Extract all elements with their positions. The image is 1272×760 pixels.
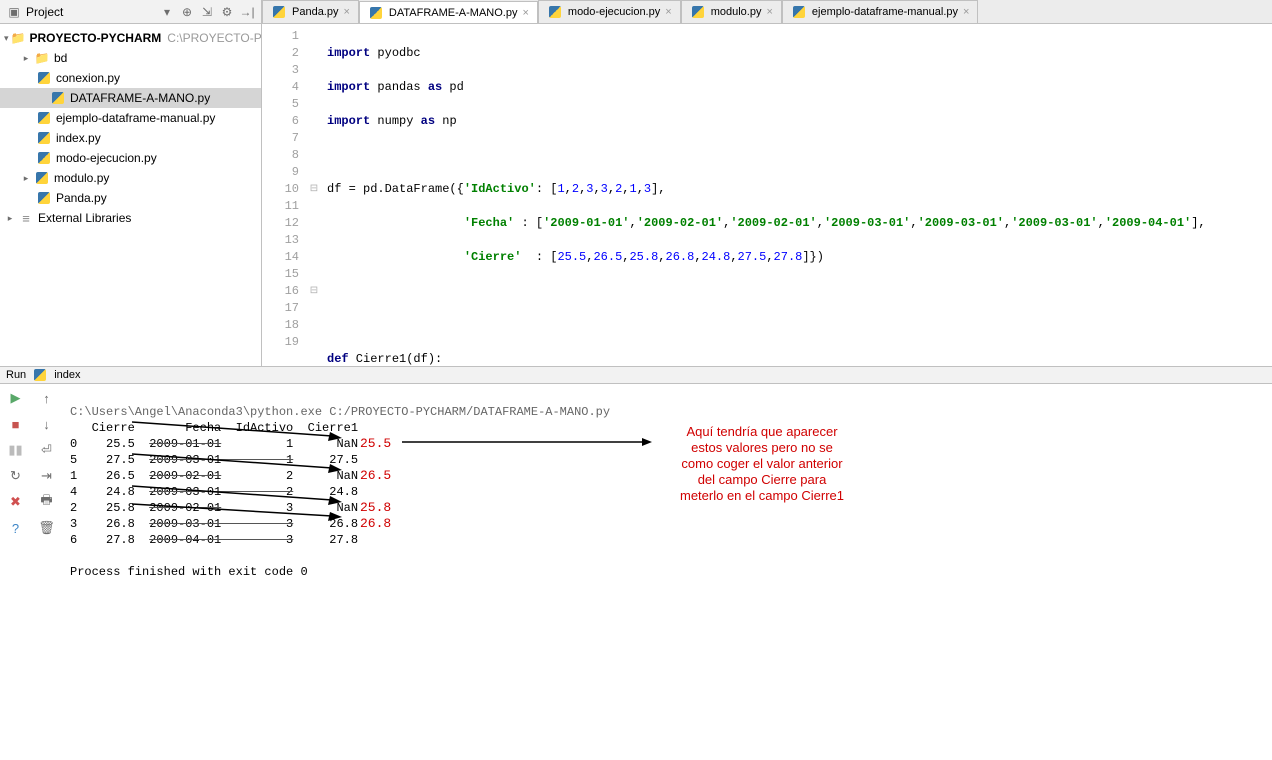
console-panel: Run index ▶ ■ ▮▮ ↻ ✖ ? ↑ ↓ ⏎ ⇥ 🖶 🗑 C:\Us…	[0, 366, 1272, 584]
run-label: Run	[6, 369, 26, 381]
run-config-name: index	[54, 369, 80, 381]
hide-icon[interactable]: →|	[239, 4, 255, 20]
root-path: C:\PROYECTO-PY	[163, 31, 261, 45]
project-header: ▣ Project ▾ ⊕ ⇲ ⚙ →|	[0, 0, 261, 24]
python-file-icon	[368, 5, 384, 21]
tree-external-libraries[interactable]: ▸ External Libraries	[0, 208, 261, 228]
python-file-icon	[36, 130, 52, 146]
python-file-icon	[34, 170, 50, 186]
close-run-button[interactable]: ✖	[6, 492, 26, 512]
project-icon: ▣	[6, 4, 22, 20]
tree-item-selected[interactable]: ▸ DATAFRAME-A-MANO.py	[0, 88, 261, 108]
pause-button[interactable]: ▮▮	[6, 440, 26, 460]
help-button[interactable]: ?	[6, 518, 26, 538]
output-row: 3 26.8 2009-03-01 3 26.8	[70, 517, 358, 531]
annotation-value: 25.8	[360, 500, 391, 516]
python-file-icon	[791, 4, 807, 20]
annotation-value: 26.5	[360, 468, 391, 484]
tab-dataframe[interactable]: DATAFRAME-A-MANO.py×	[359, 1, 538, 24]
close-icon[interactable]: ×	[522, 7, 528, 19]
chevron-down-icon[interactable]: ▾	[4, 33, 9, 44]
python-file-icon	[690, 4, 706, 20]
python-file-icon	[271, 4, 287, 20]
python-file-icon	[50, 90, 66, 106]
tree-item[interactable]: index.py	[0, 128, 261, 148]
chevron-right-icon[interactable]: ▸	[20, 53, 32, 64]
tab-panda[interactable]: Panda.py×	[262, 0, 359, 23]
scope-icon[interactable]: ⊕	[179, 4, 195, 20]
scroll-button[interactable]: ⇥	[37, 466, 57, 486]
restart-button[interactable]: ↻	[6, 466, 26, 486]
python-file-icon	[36, 70, 52, 86]
code-content[interactable]: import pyodbc import pandas as pd import…	[321, 24, 1272, 366]
collapse-icon[interactable]: ⇲	[199, 4, 215, 20]
annotation-value: 26.8	[360, 516, 391, 532]
editor-tabs: Panda.py× DATAFRAME-A-MANO.py× modo-ejec…	[262, 0, 1272, 24]
gear-icon[interactable]: ⚙	[219, 4, 235, 20]
close-icon[interactable]: ×	[343, 6, 349, 18]
tab-ejemplo[interactable]: ejemplo-dataframe-manual.py×	[782, 0, 979, 23]
console-toolbar: ▶ ■ ▮▮ ↻ ✖ ? ↑ ↓ ⏎ ⇥ 🖶 🗑	[0, 384, 62, 760]
tree-item-bd[interactable]: ▸ bd	[0, 48, 261, 68]
exit-message: Process finished with exit code 0	[70, 565, 308, 579]
tree-item[interactable]: ejemplo-dataframe-manual.py	[0, 108, 261, 128]
fold-column: ⊟⊟	[307, 24, 321, 366]
close-icon[interactable]: ×	[766, 6, 772, 18]
python-file-icon	[36, 150, 52, 166]
code-editor[interactable]: 12345678910111213141516171819 ⊟⊟ import …	[262, 24, 1272, 366]
exec-path: C:\Users\Angel\Anaconda3\python.exe C:/P…	[70, 405, 610, 419]
console-header: Run index	[0, 367, 1272, 384]
tree-item[interactable]: conexion.py	[0, 68, 261, 88]
print-button[interactable]: 🖶	[37, 492, 57, 512]
tab-modulo[interactable]: modulo.py×	[681, 0, 782, 23]
output-row: 5 27.5 2009-03-01 1 27.5	[70, 453, 358, 467]
down-button[interactable]: ↓	[37, 414, 57, 434]
python-file-icon	[32, 367, 48, 383]
output-row: 1 26.5 2009-02-01 2 NaN	[70, 469, 358, 483]
python-file-icon	[36, 110, 52, 126]
output-row: 4 24.8 2009-03-01 2 24.8	[70, 485, 358, 499]
folder-icon	[34, 50, 50, 66]
folder-icon	[11, 30, 26, 46]
output-row: 2 25.8 2009-02-01 3 NaN	[70, 501, 358, 515]
output-row: 6 27.8 2009-04-01 3 27.8	[70, 533, 358, 547]
library-icon	[18, 210, 34, 226]
tree-item-modulo[interactable]: ▸ modulo.py	[0, 168, 261, 188]
tree-root[interactable]: ▾ PROYECTO-PYCHARM C:\PROYECTO-PY	[0, 28, 261, 48]
annotation-value: 25.5	[360, 436, 391, 452]
chevron-right-icon[interactable]: ▸	[4, 213, 16, 224]
tree-item[interactable]: modo-ejecucion.py	[0, 148, 261, 168]
close-icon[interactable]: ×	[963, 6, 969, 18]
root-label: PROYECTO-PYCHARM	[27, 31, 161, 45]
tree-item[interactable]: Panda.py	[0, 188, 261, 208]
clear-button[interactable]: 🗑	[37, 518, 57, 538]
editor-area: Panda.py× DATAFRAME-A-MANO.py× modo-ejec…	[262, 0, 1272, 366]
annotation-text: Aquí tendría que aparecerestos valores p…	[652, 424, 872, 504]
line-gutter: 12345678910111213141516171819	[262, 24, 307, 366]
python-file-icon	[36, 190, 52, 206]
output-header: Cierre Fecha IdActivo Cierre1	[70, 421, 358, 435]
wrap-button[interactable]: ⏎	[37, 440, 57, 460]
close-icon[interactable]: ×	[665, 6, 671, 18]
tab-modo[interactable]: modo-ejecucion.py×	[538, 0, 681, 23]
run-button[interactable]: ▶	[6, 388, 26, 408]
dropdown-icon[interactable]: ▾	[159, 4, 175, 20]
console-output[interactable]: C:\Users\Angel\Anaconda3\python.exe C:/P…	[62, 384, 1272, 760]
chevron-right-icon[interactable]: ▸	[20, 173, 32, 184]
project-panel: ▣ Project ▾ ⊕ ⇲ ⚙ →| ▾ PROYECTO-PYCHARM …	[0, 0, 262, 366]
project-tree: ▾ PROYECTO-PYCHARM C:\PROYECTO-PY ▸ bd c…	[0, 24, 261, 366]
arrow-icon	[402, 432, 652, 452]
python-file-icon	[547, 4, 563, 20]
project-title: Project	[26, 5, 155, 19]
output-row: 0 25.5 2009-01-01 1 NaN	[70, 437, 358, 451]
up-button[interactable]: ↑	[37, 388, 57, 408]
stop-button[interactable]: ■	[6, 414, 26, 434]
